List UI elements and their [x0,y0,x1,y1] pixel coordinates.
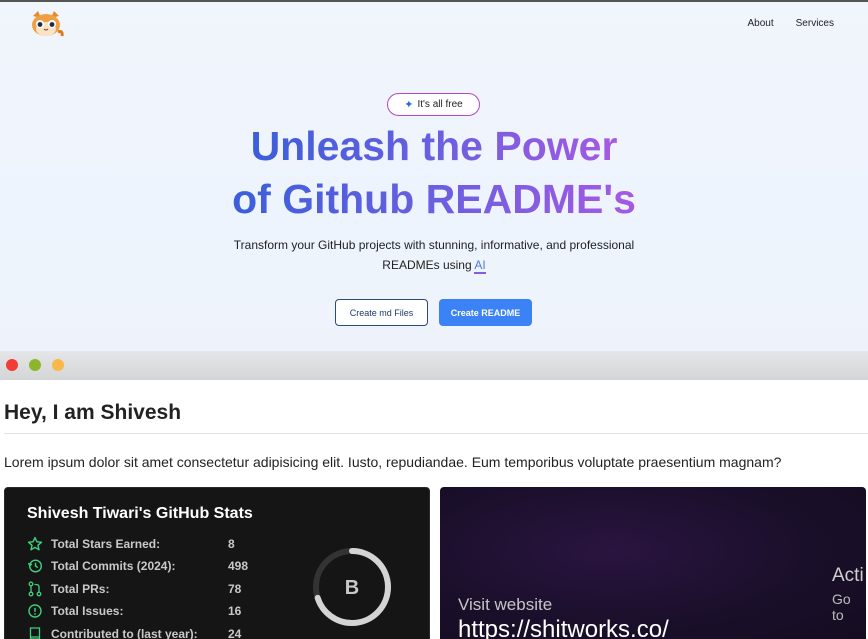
badge-label: It's all free [417,99,463,110]
nav-services-link[interactable]: Services [796,18,834,29]
preview-description: Lorem ipsum dolor sit amet consectetur a… [4,454,782,470]
stat-value: 8 [228,537,235,551]
top-nav: About Services [748,18,835,29]
stat-label: Total Stars Earned: [51,537,161,551]
readme-preview: Hey, I am Shivesh Lorem ipsum dolor sit … [0,380,868,639]
window-close-dot-icon[interactable] [6,359,18,371]
free-badge: ✦ It's all free [387,93,480,116]
pull-request-icon [28,581,42,597]
hero-subtitle: Transform your GitHub projects with stun… [0,235,868,275]
stat-row: Total PRs: 78 [27,581,241,597]
preview-window-titlebar [0,351,868,380]
website-promo-card[interactable]: Visit website https://shitworks.co/ Acti… [440,487,866,639]
create-md-files-button[interactable]: Create md Files [335,299,428,326]
ai-highlight: AI [474,258,486,274]
window-maximize-dot-icon[interactable] [52,359,64,371]
star-icon [27,536,43,551]
stat-label: Contributed to (last year): [51,627,198,639]
stat-value: 498 [228,559,249,573]
hero-headline: Unleash the Power of Github README's [0,120,868,226]
activation-overlay-title: Acti [832,565,864,586]
create-readme-button[interactable]: Create README [439,299,532,326]
rank-ring: B [313,548,391,626]
stat-row: Total Commits (2024): 498 [27,558,248,574]
subtitle-line-1: Transform your GitHub projects with stun… [233,238,635,252]
nav-about-link[interactable]: About [748,18,774,29]
book-icon [29,627,41,639]
headline-line-1: Unleash the Power [251,120,618,173]
sparkle-icon: ✦ [404,99,414,111]
preview-greeting: Hey, I am Shivesh [4,401,182,424]
history-icon [27,559,43,573]
website-url[interactable]: https://shitworks.co/ [458,616,669,639]
github-stats-card: Shivesh Tiwari's GitHub Stats Total Star… [4,487,430,639]
hero-section: About Services ✦ It's all free Unleash t… [0,2,868,351]
activation-overlay-sub: Go to [832,591,851,623]
rank-letter: B [345,577,359,599]
issue-icon [28,604,42,618]
stat-row: Total Issues: 16 [27,603,241,619]
stats-title: Shivesh Tiwari's GitHub Stats [27,505,253,522]
stat-label: Total Commits (2024): [51,559,176,573]
stat-row: Contributed to (last year): 24 [27,626,241,639]
stat-value: 24 [228,627,242,639]
stat-label: Total Issues: [51,604,124,618]
stat-value: 16 [228,604,242,618]
stat-label: Total PRs: [51,582,110,596]
subtitle-line-2: READMEs using [382,258,472,272]
window-minimize-dot-icon[interactable] [29,359,41,371]
stat-row: Total Stars Earned: 8 [27,536,235,552]
preview-divider [4,433,868,434]
visit-website-label: Visit website [458,595,553,614]
stat-value: 78 [228,582,242,596]
headline-line-2: of Github README's [232,173,636,226]
cat-logo-icon[interactable] [28,10,64,38]
